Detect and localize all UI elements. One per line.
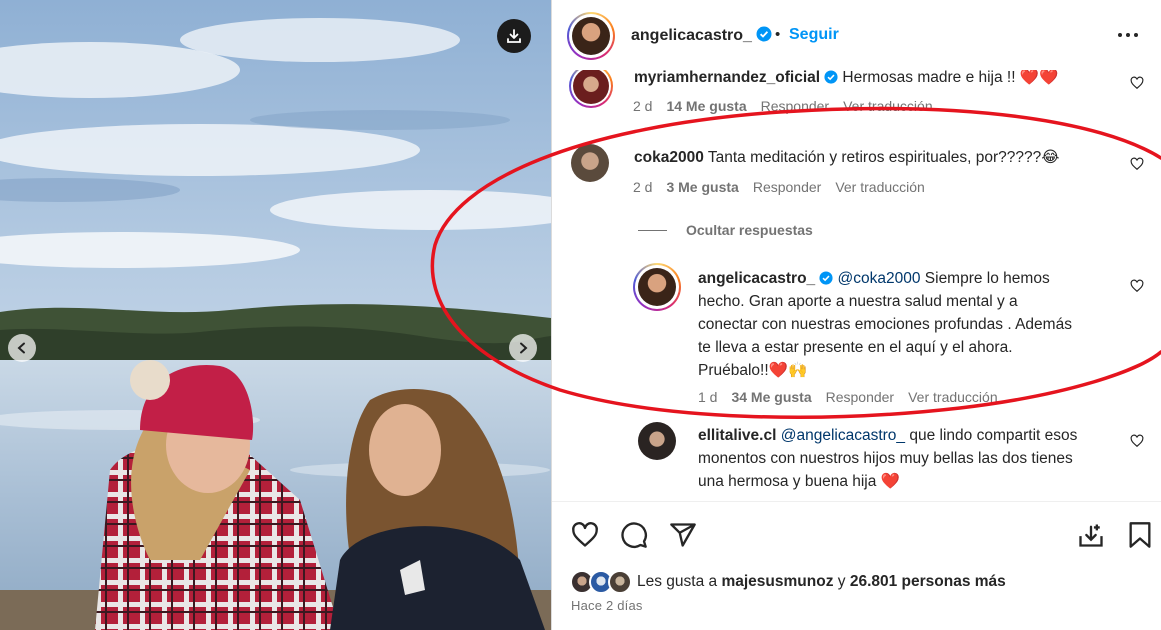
reply-time[interactable]: 1 d	[698, 389, 717, 405]
share-icon[interactable]	[669, 521, 697, 549]
verified-badge-icon	[756, 26, 772, 42]
comment-username[interactable]: coka2000	[634, 149, 704, 166]
translate-button[interactable]: Ver traducción	[843, 98, 933, 114]
comment-text-line: que lindo compartit esos	[909, 427, 1078, 444]
avatar[interactable]	[572, 17, 610, 55]
like-comment-heart-icon[interactable]	[1130, 157, 1144, 171]
reply-button[interactable]: Responder	[761, 98, 830, 114]
comment-meta: 2 d 3 Me gusta Responder Ver traducción	[633, 179, 939, 195]
likes-others[interactable]: 26.801 personas más	[850, 573, 1006, 590]
reply-text-line: Siempre lo hemos	[924, 270, 1050, 287]
reply-username[interactable]: angelicacastro_	[698, 270, 815, 287]
more-options-icon[interactable]	[1116, 25, 1140, 45]
story-ring[interactable]	[567, 12, 615, 60]
chevron-left-icon	[17, 342, 25, 354]
comment-likes[interactable]: 14 Me gusta	[666, 98, 746, 114]
next-photo-button[interactable]	[509, 334, 537, 362]
comment-time[interactable]: 2 d	[633, 98, 652, 114]
comment-avatar[interactable]	[573, 68, 609, 104]
comment-avatar-ring[interactable]	[569, 64, 613, 108]
download-button[interactable]	[497, 19, 531, 53]
post-photo[interactable]	[0, 0, 551, 630]
comment-username[interactable]: myriamhernandez_oficial	[634, 69, 820, 86]
reply-text-line: hecho. Gran aporte a nuestra salud menta…	[698, 293, 1018, 310]
author-username-text[interactable]: angelicacastro_	[631, 27, 752, 44]
translate-button[interactable]: Ver traducción	[908, 389, 998, 405]
comment-text-line: una hermosa y buena hija ❤️	[698, 473, 900, 490]
like-comment-heart-icon[interactable]	[1130, 279, 1144, 293]
collection-icon[interactable]	[1077, 521, 1105, 549]
save-icon[interactable]	[1127, 521, 1153, 549]
post-time[interactable]: Hace 2 días	[571, 598, 643, 613]
likes-conjunction: y	[837, 573, 846, 590]
comment-text: Tanta meditación y retiros espirituales,…	[707, 149, 1060, 166]
reply-text-line: te lleva a estar presente en el aquí y e…	[698, 339, 1013, 356]
comment-text-line: monentos con nuestros hijos muy bellas l…	[698, 450, 1073, 467]
reply-avatar-ring[interactable]	[633, 263, 681, 311]
verified-badge-icon	[824, 70, 838, 84]
reply-button[interactable]: Responder	[826, 389, 895, 405]
previous-photo-button[interactable]	[8, 334, 36, 362]
actions-divider	[552, 501, 1161, 502]
likes-prefix: Les gusta a	[637, 573, 718, 590]
reply-meta: 1 d 34 Me gusta Responder Ver traducción	[698, 389, 1012, 405]
comment-username[interactable]: ellitalive.cl	[698, 427, 776, 444]
like-comment-heart-icon[interactable]	[1130, 76, 1144, 90]
reply-text-line: conectar con nuestras emociones profunda…	[698, 316, 1072, 333]
comment-avatar[interactable]	[638, 422, 676, 460]
comment-text: Hermosas madre e hija !! ❤️❤️	[842, 69, 1059, 86]
download-icon	[507, 29, 521, 43]
comment-avatar[interactable]	[571, 144, 609, 182]
comment-time[interactable]: 2 d	[633, 179, 652, 195]
reply-avatar[interactable]	[638, 268, 676, 306]
reply-likes[interactable]: 34 Me gusta	[731, 389, 811, 405]
comment-mention[interactable]: @angelicacastro_	[781, 427, 905, 444]
comment-likes[interactable]: 3 Me gusta	[666, 179, 738, 195]
comment-icon[interactable]	[620, 521, 648, 549]
comments-panel: angelicacastro_ • Seguir myriamhernandez…	[552, 0, 1161, 630]
follow-button[interactable]: Seguir	[789, 26, 839, 44]
comment-meta: 2 d 14 Me gusta Responder Ver traducción	[633, 98, 947, 114]
liker-avatar[interactable]	[608, 570, 632, 594]
replies-line	[638, 230, 667, 231]
comments-list[interactable]: myriamhernandez_oficial Hermosas madre e…	[552, 60, 1161, 500]
verified-badge-icon	[819, 271, 833, 285]
comment-body: coka2000 Tanta meditación y retiros espi…	[634, 146, 1059, 169]
comment-body: ellitalive.cl @angelicacastro_ que lindo…	[698, 424, 1118, 493]
likes-summary[interactable]: Les gusta a majesusmunoz y 26.801 person…	[637, 573, 1006, 591]
like-comment-heart-icon[interactable]	[1130, 434, 1144, 448]
separator-dot: •	[775, 26, 781, 43]
reply-button[interactable]: Responder	[753, 179, 822, 195]
reply-text-line: Pruébalo!!❤️🙌	[698, 362, 808, 379]
reply-body: angelicacastro_ @coka2000 Siempre lo hem…	[698, 267, 1118, 382]
liker-username[interactable]: majesusmunoz	[721, 573, 833, 590]
hide-replies-button[interactable]: Ocultar respuestas	[686, 222, 813, 238]
photo-scene	[0, 0, 551, 630]
translate-button[interactable]: Ver traducción	[835, 179, 925, 195]
heart-icon[interactable]	[571, 521, 599, 549]
author-username[interactable]: angelicacastro_	[631, 26, 772, 45]
reply-mention[interactable]: @coka2000	[838, 270, 921, 287]
post-header: angelicacastro_ • Seguir	[552, 0, 1161, 70]
chevron-right-icon	[520, 342, 528, 354]
